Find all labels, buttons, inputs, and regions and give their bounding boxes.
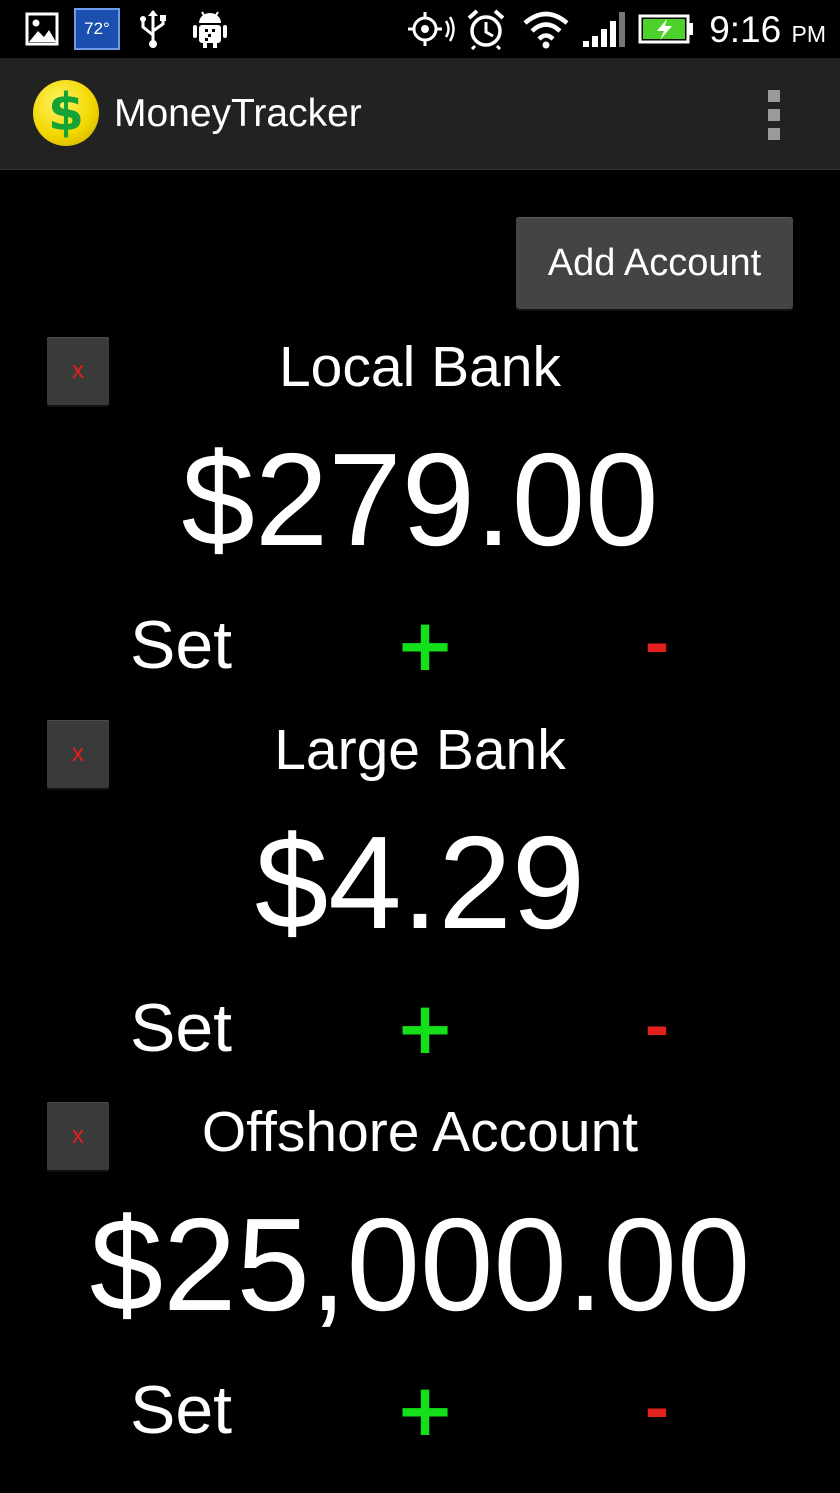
status-clock: 9:16 PM <box>709 8 826 52</box>
app-logo-icon[interactable]: $ <box>33 80 99 146</box>
status-bar: 72° 9:16 PM <box>0 0 840 58</box>
signal-icon <box>580 8 628 50</box>
delete-account-button[interactable]: x <box>47 337 109 405</box>
account-balance: $4.29 <box>254 809 586 956</box>
battery-charging-icon <box>638 8 694 50</box>
add-funds-button[interactable]: + <box>392 983 458 1073</box>
subtract-funds-button[interactable]: - <box>632 983 682 1073</box>
account-balance: $25,000.00 <box>89 1191 751 1338</box>
account-card: Large Bank x $4.29 Set + - <box>0 708 840 1091</box>
account-name: Offshore Account <box>201 1100 639 1164</box>
wifi-icon <box>522 8 570 50</box>
subtract-funds-button[interactable]: - <box>632 600 682 690</box>
add-funds-button[interactable]: + <box>392 1365 458 1455</box>
subtract-funds-button[interactable]: - <box>632 1365 682 1455</box>
account-name: Large Bank <box>274 718 566 782</box>
logo-dollar-symbol: $ <box>47 83 85 143</box>
gallery-icon <box>24 8 60 50</box>
overflow-menu-icon[interactable] <box>758 88 790 142</box>
weather-icon: 72° <box>74 8 120 50</box>
delete-account-button[interactable]: x <box>47 1102 109 1170</box>
add-account-button[interactable]: Add Account <box>516 217 793 309</box>
clock-time: 9:16 <box>709 9 782 50</box>
gps-icon <box>402 8 458 50</box>
alarm-icon <box>466 8 506 50</box>
add-funds-button[interactable]: + <box>392 600 458 690</box>
android-debug-icon <box>190 8 230 50</box>
usb-icon <box>136 8 170 50</box>
account-balance: $279.00 <box>181 426 659 573</box>
account-card: Offshore Account x $25,000.00 Set + - <box>0 1090 840 1473</box>
delete-account-button[interactable]: x <box>47 720 109 788</box>
app-title: MoneyTracker <box>114 92 362 135</box>
account-name: Local Bank <box>278 335 562 399</box>
set-balance-button[interactable]: Set <box>130 983 232 1073</box>
clock-ampm: PM <box>791 21 827 47</box>
set-balance-button[interactable]: Set <box>130 1365 232 1455</box>
set-balance-button[interactable]: Set <box>130 600 232 690</box>
action-bar: $ MoneyTracker <box>0 58 840 170</box>
account-card: Local Bank x $279.00 Set + - <box>0 325 840 708</box>
